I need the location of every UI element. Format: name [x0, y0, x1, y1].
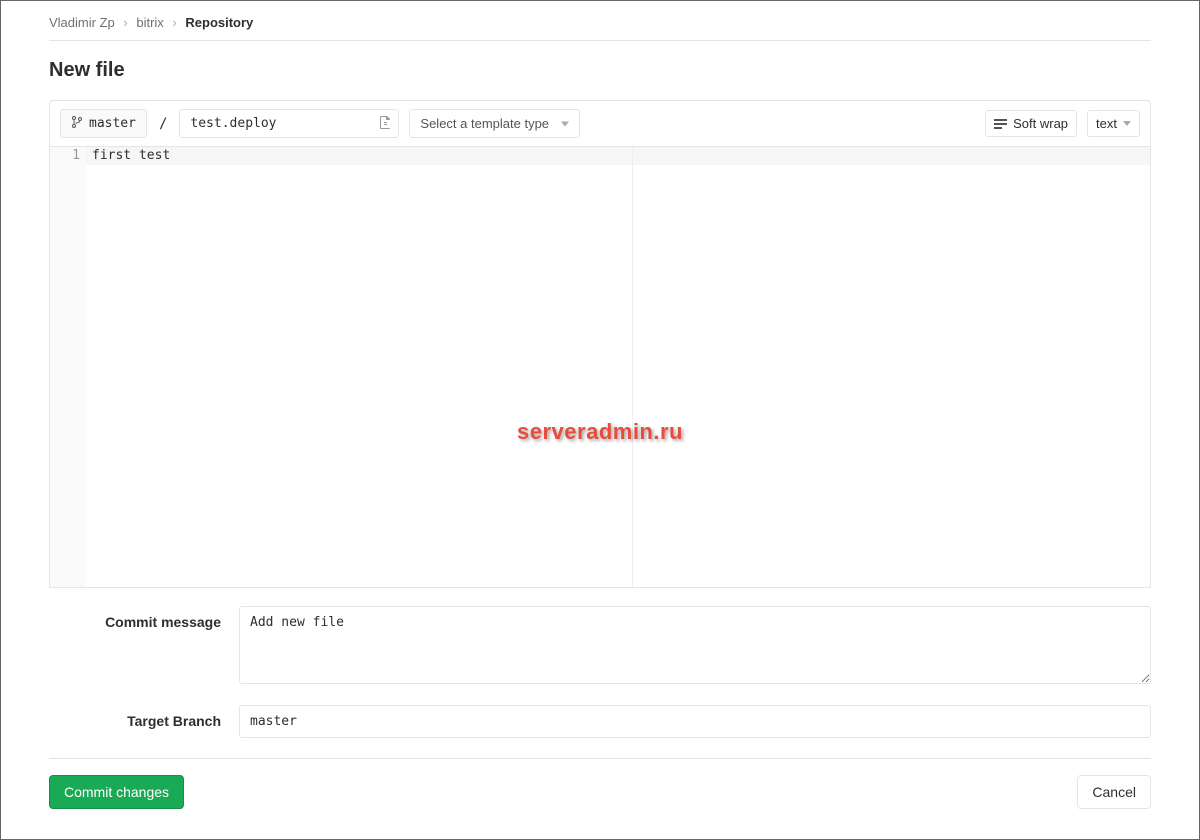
soft-wrap-button[interactable]: Soft wrap: [985, 110, 1077, 137]
breadcrumb-owner[interactable]: Vladimir Zp: [49, 15, 115, 30]
editor-toolbar: master / test.deploy Select a template t…: [50, 101, 1150, 147]
target-branch-label: Target Branch: [49, 705, 239, 729]
branch-icon: [71, 115, 83, 132]
page-title: New file: [49, 59, 1151, 82]
line-number-gutter: 1: [50, 147, 86, 587]
breadcrumb: Vladimir Zp › bitrix › Repository: [49, 9, 1151, 41]
path-separator: /: [157, 116, 169, 132]
code-editor[interactable]: 1 first test: [50, 147, 1150, 587]
wrap-icon: [994, 119, 1007, 129]
target-branch-row: Target Branch: [49, 705, 1151, 738]
target-branch-input[interactable]: [239, 705, 1151, 738]
file-icon: [380, 116, 391, 132]
form-actions: Commit changes Cancel: [49, 758, 1151, 809]
branch-name: master: [89, 116, 136, 131]
breadcrumb-separator: ›: [172, 15, 176, 30]
commit-message-input[interactable]: [239, 606, 1151, 684]
code-line: first test: [86, 147, 1150, 165]
code-area[interactable]: first test: [86, 147, 1150, 587]
commit-changes-button[interactable]: Commit changes: [49, 775, 184, 809]
template-select[interactable]: Select a template type: [409, 109, 580, 138]
chevron-down-icon: [1123, 121, 1131, 126]
breadcrumb-project[interactable]: bitrix: [136, 15, 163, 30]
print-margin-ruler: [632, 147, 633, 587]
commit-message-row: Commit message: [49, 606, 1151, 687]
soft-wrap-label: Soft wrap: [1013, 116, 1068, 131]
syntax-label: text: [1096, 116, 1117, 131]
commit-message-label: Commit message: [49, 606, 239, 630]
filename-input[interactable]: test.deploy: [179, 109, 399, 138]
syntax-select[interactable]: text: [1087, 110, 1140, 137]
editor-panel: master / test.deploy Select a template t…: [49, 100, 1151, 588]
breadcrumb-separator: ›: [123, 15, 127, 30]
breadcrumb-current: Repository: [185, 15, 253, 30]
branch-selector[interactable]: master: [60, 109, 147, 138]
cancel-button[interactable]: Cancel: [1077, 775, 1151, 809]
line-number: 1: [56, 147, 80, 165]
